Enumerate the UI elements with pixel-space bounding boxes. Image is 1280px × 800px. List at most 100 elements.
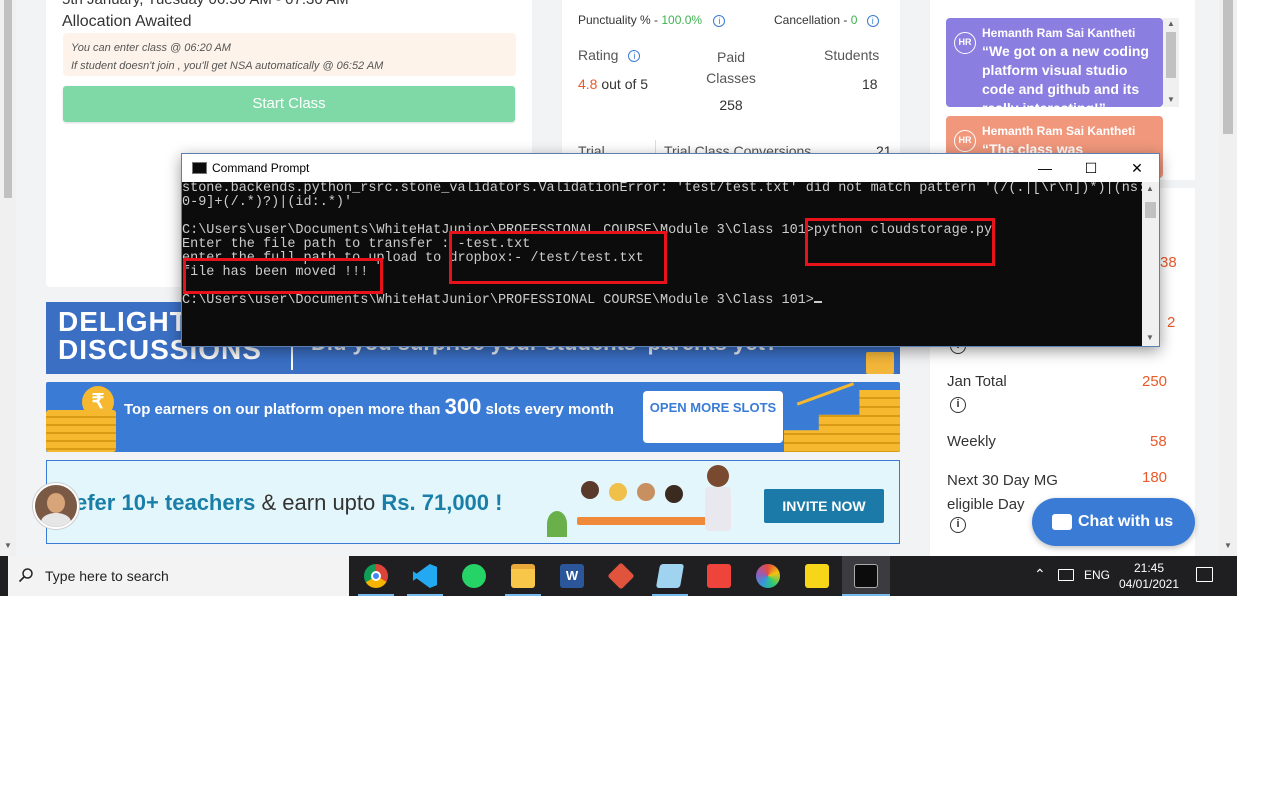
earn-text-2: slots every month bbox=[481, 401, 614, 418]
cancellation-value: 0 bbox=[850, 13, 858, 27]
reviews-scrollbar[interactable]: ▲ ▼ bbox=[1163, 18, 1179, 107]
paint-icon[interactable] bbox=[756, 564, 780, 588]
refer-teachers-banner[interactable]: efer 10+ teachers & earn upto Rs. 71,000… bbox=[46, 460, 900, 544]
git-gui-icon[interactable] bbox=[607, 562, 635, 590]
allocation-status: Allocation Awaited bbox=[62, 13, 192, 30]
students-value: 18 bbox=[862, 76, 878, 92]
vscode-icon[interactable] bbox=[413, 564, 437, 588]
browser-viewport: ▼ 5th January, Tuesday 06:30 AM - 07:30 … bbox=[0, 0, 1237, 556]
command-prompt-icon[interactable] bbox=[854, 564, 878, 588]
highlight-box-command bbox=[805, 218, 995, 266]
teacher-avatar[interactable] bbox=[33, 483, 79, 529]
jan-total-label: Jan Total bbox=[947, 373, 1007, 390]
chat-with-us-button[interactable]: Chat with us bbox=[1032, 498, 1195, 546]
top-earners-text: Top earners on our platform open more th… bbox=[124, 394, 634, 423]
invite-now-button[interactable]: INVITE NOW bbox=[764, 489, 884, 523]
console-line: ​ bbox=[182, 210, 1142, 224]
notice-nsa-time: If student doesn't join , you'll get NSA… bbox=[71, 60, 384, 72]
class-date-line: 5th January, Tuesday 06:30 AM - 07:30 AM bbox=[62, 0, 349, 8]
anydesk-icon[interactable] bbox=[707, 564, 731, 588]
rating-value-row: 4.8 out of 5 bbox=[578, 76, 648, 92]
punctuality-label: Punctuality % - bbox=[578, 13, 662, 27]
search-icon bbox=[18, 568, 33, 583]
console-cursor bbox=[813, 301, 822, 303]
reviewer-name-1: Hemanth Ram Sai Kantheti bbox=[982, 26, 1136, 40]
console-prompt-line: C:\Users\user\Documents\WhiteHatJunior\P… bbox=[182, 294, 1142, 308]
review-card-1[interactable]: HR Hemanth Ram Sai Kantheti “We got on a… bbox=[946, 18, 1163, 107]
sticky-notes-icon[interactable] bbox=[805, 564, 829, 588]
clock-date: 04/01/2021 bbox=[1118, 577, 1180, 591]
tray-chevron-icon[interactable]: ⌃ bbox=[1034, 566, 1046, 583]
cmd-scrollbar[interactable]: ▲ ▼ bbox=[1142, 182, 1159, 346]
notice-enter-time: You can enter class @ 06:20 AM bbox=[71, 42, 231, 54]
notepad-icon[interactable] bbox=[655, 564, 685, 588]
file-explorer-icon[interactable] bbox=[511, 564, 535, 588]
chat-bubble-icon bbox=[1052, 514, 1072, 530]
left-page-scrollbar[interactable]: ▼ bbox=[0, 0, 16, 556]
cmd-window-title: Command Prompt bbox=[212, 161, 310, 175]
cancellation-info-icon[interactable]: i bbox=[866, 14, 879, 27]
weekly-label: Weekly bbox=[947, 433, 996, 450]
chrome-icon[interactable] bbox=[364, 564, 388, 588]
maximize-button[interactable]: ☐ bbox=[1068, 154, 1114, 182]
earnings-partial-value-1: 38 bbox=[1160, 254, 1177, 271]
paid-classes-label: Paid Classes bbox=[706, 49, 756, 86]
chat-with-us-label: Chat with us bbox=[1078, 513, 1174, 530]
cmd-window-icon bbox=[192, 162, 207, 174]
students-label: Students bbox=[824, 47, 880, 63]
whatsapp-icon[interactable] bbox=[462, 564, 486, 588]
class-notice: You can enter class @ 06:20 AM If studen… bbox=[63, 33, 516, 76]
next30-info-icon[interactable]: i bbox=[950, 517, 966, 533]
punctuality-stat: Punctuality % - 100.0% i bbox=[578, 13, 726, 27]
top-earners-banner[interactable]: ₹ Top earners on our platform open more … bbox=[46, 382, 900, 452]
command-prompt-window[interactable]: Command Prompt — ☐ ✕ stone.backends.pyth… bbox=[181, 153, 1160, 347]
kids-illustration bbox=[547, 465, 747, 541]
earn-number: 300 bbox=[444, 394, 482, 419]
console-line: 0-9]+(/.*)?)|(id:.*)' bbox=[182, 195, 353, 210]
rating-value: 4.8 bbox=[578, 76, 598, 92]
reviewer-avatar-2: HR bbox=[954, 130, 976, 152]
right-page-scrollbar[interactable]: ▼ bbox=[1219, 0, 1237, 556]
taskbar-search-box[interactable]: Type here to search bbox=[8, 556, 349, 596]
close-button[interactable]: ✕ bbox=[1114, 154, 1160, 182]
console-prompt: C:\Users\user\Documents\WhiteHatJunior\P… bbox=[182, 293, 814, 308]
refer-text-3: Rs. 71,000 ! bbox=[381, 490, 503, 515]
app-underline-explorer bbox=[505, 594, 541, 596]
console-line: stone.backends.python_rsrc.stone_validat… bbox=[182, 182, 1142, 196]
refer-text-1: efer 10+ teachers bbox=[75, 490, 256, 515]
cancellation-stat: Cancellation - 0 i bbox=[774, 13, 879, 27]
minimize-button[interactable]: — bbox=[1022, 154, 1068, 182]
paid-classes-value: 258 bbox=[719, 97, 743, 113]
jan-total-value: 250 bbox=[1142, 373, 1168, 390]
weekly-value: 58 bbox=[1150, 433, 1167, 450]
search-placeholder: Type here to search bbox=[45, 568, 169, 584]
screen: ▼ 5th January, Tuesday 06:30 AM - 07:30 … bbox=[0, 0, 1280, 800]
punctuality-info-icon[interactable]: i bbox=[713, 14, 726, 27]
reviewer-avatar-1: HR bbox=[954, 32, 976, 54]
word-icon[interactable]: W bbox=[560, 564, 584, 588]
growth-arrow-icon bbox=[796, 382, 860, 420]
taskbar-clock[interactable]: 21:45 04/01/2021 bbox=[1114, 560, 1184, 592]
language-indicator[interactable]: ENG bbox=[1084, 568, 1110, 582]
punctuality-value: 100.0% bbox=[661, 13, 703, 27]
app-underline-notepad bbox=[652, 594, 688, 596]
teacher-stats-card: Punctuality % - 100.0% i Cancellation - … bbox=[562, 0, 900, 160]
highlight-box-upload-path bbox=[449, 231, 667, 284]
clock-time: 21:45 bbox=[1133, 561, 1165, 575]
rating-info-icon[interactable]: i bbox=[628, 50, 641, 63]
jan-total-info-icon[interactable]: i bbox=[950, 397, 966, 413]
cmd-titlebar[interactable]: Command Prompt — ☐ ✕ bbox=[182, 154, 1159, 182]
review-text-1: “We got on a new coding platform visual … bbox=[982, 43, 1149, 107]
rating-suffix: out of 5 bbox=[597, 76, 649, 92]
start-class-button[interactable]: Start Class bbox=[63, 86, 515, 122]
open-more-slots-button[interactable]: OPEN MORE SLOTS bbox=[643, 391, 783, 443]
rating-label-row: Rating i bbox=[578, 47, 641, 63]
refer-text-2: & earn upto bbox=[255, 490, 382, 515]
windows-taskbar: Type here to search W ⌃ ENG 21:45 04/01/… bbox=[0, 556, 1237, 596]
highlight-box-moved bbox=[183, 258, 383, 294]
next30-value: 180 bbox=[1142, 469, 1168, 486]
notifications-icon[interactable] bbox=[1196, 567, 1213, 582]
network-icon[interactable] bbox=[1058, 569, 1074, 581]
earnings-partial-value-2: 2 bbox=[1167, 314, 1176, 331]
coin-stack-left-icon bbox=[46, 410, 116, 452]
